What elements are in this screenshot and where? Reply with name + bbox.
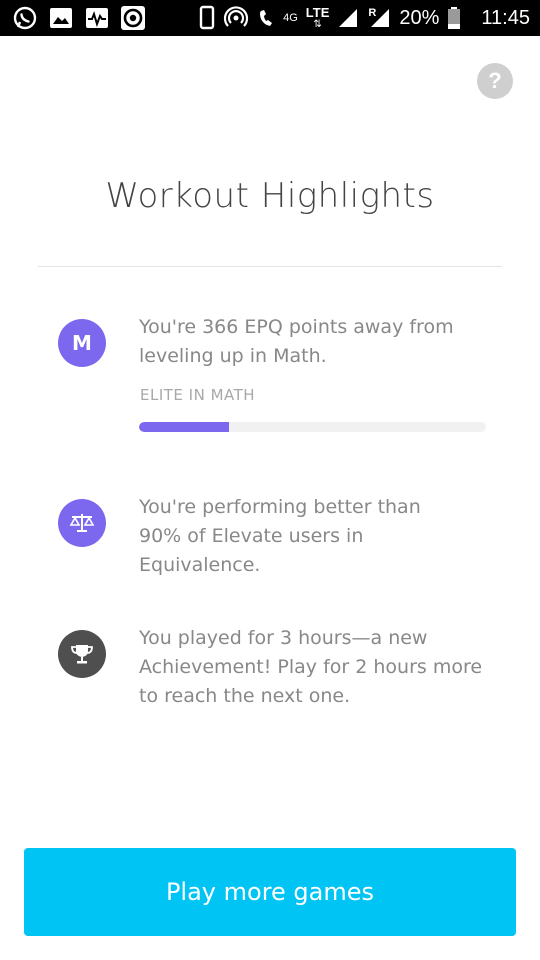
notification-icons [12,5,146,31]
call-icon [260,10,273,26]
play-more-games-button[interactable]: Play more games [24,848,516,936]
battery-percent: 20% [399,6,440,29]
network-4g-label: 4G [283,11,298,24]
circle-app-icon [121,6,145,30]
phone-icon [199,5,215,30]
question-icon: ? [488,68,502,93]
roaming-label: R [368,7,377,19]
pulse-icon [86,8,108,28]
scale-glyph [69,514,95,532]
highlight-text-equivalence: You're performing better than 90% of Ele… [139,496,421,576]
scale-icon [58,499,106,547]
trophy-icon [58,630,106,678]
network-lte-label: LTE [305,5,330,20]
system-status: 4G LTE ⇅ R 20% 11:45 [199,0,530,36]
hotspot-icon [224,6,249,27]
highlight-text-math: You're 366 EPQ points away from leveling… [139,316,454,367]
whatsapp-icon [13,6,37,30]
roaming-signal: R [367,5,391,31]
trophy-glyph [71,645,93,664]
signal-icon [339,9,358,27]
battery-icon [448,7,461,29]
clock: 11:45 [481,6,530,29]
gallery-icon [50,8,72,28]
math-badge-icon: M [58,319,106,367]
status-bar: 4G LTE ⇅ R 20% 11:45 [0,0,540,36]
lte-indicator: LTE ⇅ [306,6,330,30]
badge-letter: M [72,331,92,355]
data-arrows-icon: ⇅ [313,19,322,30]
level-label: ELITE IN MATH [140,386,256,404]
level-progress-bar [139,422,486,432]
help-button[interactable]: ? [477,63,513,99]
highlight-text-achievement: You played for 3 hours—a new Achievement… [139,627,483,707]
title-divider [38,266,502,267]
level-progress-fill [139,422,230,432]
page-title: Workout Highlights [105,176,435,216]
